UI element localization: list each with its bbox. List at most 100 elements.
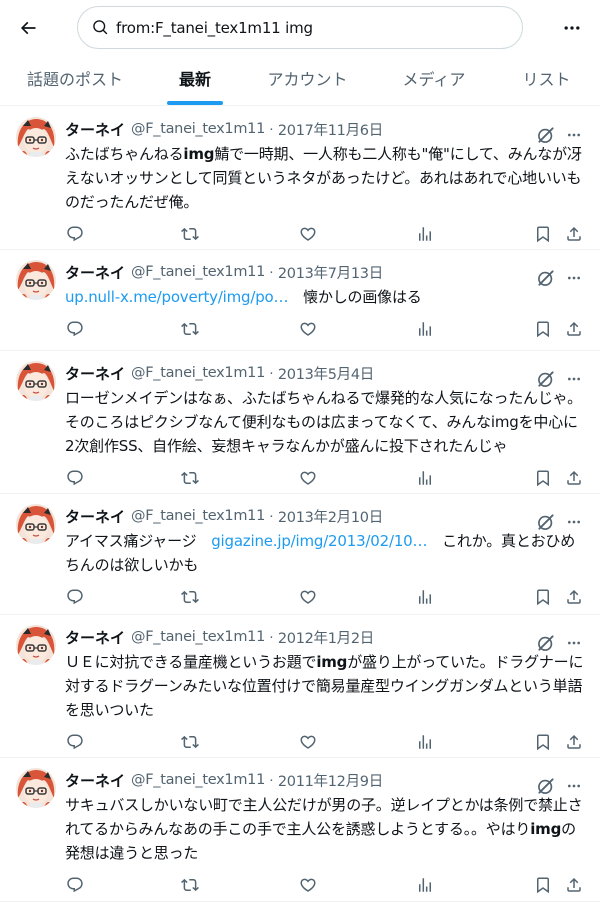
avatar[interactable] bbox=[16, 117, 56, 157]
tweet[interactable]: ターネイ @F_tanei_tex1m11 · 2011年12月9日 サキュバス… bbox=[0, 758, 600, 902]
tab-latest[interactable]: 最新 bbox=[150, 57, 240, 105]
bookmark-button[interactable] bbox=[533, 875, 553, 895]
views-button[interactable] bbox=[415, 732, 435, 752]
like-button[interactable] bbox=[298, 587, 318, 607]
heart-icon bbox=[300, 227, 316, 241]
like-button[interactable] bbox=[298, 224, 318, 244]
share-button[interactable] bbox=[564, 587, 584, 607]
retweet-button[interactable] bbox=[180, 732, 200, 752]
bookmark-button[interactable] bbox=[533, 468, 553, 488]
reply-button[interactable] bbox=[65, 587, 85, 607]
author-handle[interactable]: @F_tanei_tex1m11 bbox=[131, 772, 265, 788]
tweet[interactable]: ターネイ @F_tanei_tex1m11 · 2013年5月4日 ローゼンメイ… bbox=[0, 351, 600, 494]
tab-lists[interactable]: リスト bbox=[493, 57, 600, 105]
tweet[interactable]: ターネイ @F_tanei_tex1m11 · 2013年2月10日 アイマス痛… bbox=[0, 494, 600, 615]
views-button[interactable] bbox=[415, 319, 435, 339]
tab-top[interactable]: 話題のポスト bbox=[0, 57, 150, 105]
author-handle[interactable]: @F_tanei_tex1m11 bbox=[131, 365, 265, 381]
share-icon bbox=[567, 226, 581, 241]
retweet-button[interactable] bbox=[180, 875, 200, 895]
author-name[interactable]: ターネイ bbox=[65, 262, 125, 283]
share-button[interactable] bbox=[564, 319, 584, 339]
views-button[interactable] bbox=[415, 875, 435, 895]
share-button[interactable] bbox=[564, 224, 584, 244]
share-button[interactable] bbox=[564, 875, 584, 895]
tweet-date[interactable]: 2017年11月6日 bbox=[278, 119, 383, 140]
tweet-date[interactable]: 2013年2月10日 bbox=[278, 506, 383, 527]
tweet-header: ターネイ @F_tanei_tex1m11 · 2013年7月13日 bbox=[65, 262, 383, 282]
tweet-date[interactable]: 2012年1月2日 bbox=[278, 627, 374, 648]
tweet-link[interactable]: gigazine.jp/img/2013/02/10… bbox=[211, 532, 427, 550]
author-handle[interactable]: @F_tanei_tex1m11 bbox=[131, 121, 265, 137]
tweet[interactable]: ターネイ @F_tanei_tex1m11 · 2013年7月13日 up.nu… bbox=[0, 250, 600, 351]
author-name[interactable]: ターネイ bbox=[65, 363, 125, 384]
avatar[interactable] bbox=[16, 504, 56, 544]
tab-media[interactable]: メディア bbox=[375, 57, 493, 105]
more-horizontal-icon bbox=[568, 784, 580, 788]
separator-dot: · bbox=[269, 772, 274, 788]
tweet-header: ターネイ @F_tanei_tex1m11 · 2013年5月4日 bbox=[65, 363, 374, 383]
views-button[interactable] bbox=[415, 224, 435, 244]
more-horizontal-icon bbox=[568, 377, 580, 381]
retweet-button[interactable] bbox=[180, 319, 200, 339]
reply-button[interactable] bbox=[65, 732, 85, 752]
author-name[interactable]: ターネイ bbox=[65, 119, 125, 140]
tweet-date[interactable]: 2011年12月9日 bbox=[278, 770, 383, 791]
active-tab-indicator bbox=[167, 101, 223, 105]
retweet-button[interactable] bbox=[180, 224, 200, 244]
reply-button[interactable] bbox=[65, 224, 85, 244]
author-handle[interactable]: @F_tanei_tex1m11 bbox=[131, 629, 265, 645]
separator-dot: · bbox=[269, 121, 274, 137]
bookmark-button[interactable] bbox=[533, 732, 553, 752]
tweet[interactable]: ターネイ @F_tanei_tex1m11 · 2017年11月6日 ふたばちゃ… bbox=[0, 107, 600, 250]
tweet[interactable]: ターネイ @F_tanei_tex1m11 · 2012年1月2日 ＵＥに対抗で… bbox=[0, 615, 600, 758]
avatar[interactable] bbox=[16, 625, 56, 665]
author-name[interactable]: ターネイ bbox=[65, 506, 125, 527]
tweet-header: ターネイ @F_tanei_tex1m11 · 2017年11月6日 bbox=[65, 119, 383, 139]
bookmark-button[interactable] bbox=[533, 587, 553, 607]
tweet-actions bbox=[0, 319, 600, 341]
avatar[interactable] bbox=[16, 260, 56, 300]
views-button[interactable] bbox=[415, 587, 435, 607]
tweet-text: サキュバスしかいない町で主人公だけが男の子。逆レイプとかは条例で禁止されてるから… bbox=[65, 793, 585, 865]
bookmark-icon bbox=[537, 589, 549, 606]
like-button[interactable] bbox=[298, 319, 318, 339]
tweet-date[interactable]: 2013年7月13日 bbox=[278, 262, 383, 283]
views-button[interactable] bbox=[415, 468, 435, 488]
retweet-icon bbox=[181, 878, 199, 892]
views-icon bbox=[419, 471, 431, 485]
tab-label: 話題のポスト bbox=[26, 70, 123, 89]
retweet-button[interactable] bbox=[180, 587, 200, 607]
more-options-button[interactable] bbox=[552, 8, 592, 48]
separator-dot: · bbox=[269, 508, 274, 524]
back-button[interactable] bbox=[8, 8, 48, 48]
highlighted-term: img bbox=[316, 653, 348, 671]
bookmark-button[interactable] bbox=[533, 224, 553, 244]
author-name[interactable]: ターネイ bbox=[65, 770, 125, 791]
reply-icon bbox=[67, 589, 83, 605]
retweet-button[interactable] bbox=[180, 468, 200, 488]
separator-dot: · bbox=[269, 629, 274, 645]
tweet-date[interactable]: 2013年5月4日 bbox=[278, 363, 374, 384]
tweet-text-segment: ふたばちゃんねる bbox=[65, 145, 184, 163]
like-button[interactable] bbox=[298, 732, 318, 752]
tab-people[interactable]: アカウント bbox=[240, 57, 375, 105]
reply-button[interactable] bbox=[65, 875, 85, 895]
like-button[interactable] bbox=[298, 875, 318, 895]
author-name[interactable]: ターネイ bbox=[65, 627, 125, 648]
like-button[interactable] bbox=[298, 468, 318, 488]
avatar[interactable] bbox=[16, 768, 56, 808]
author-handle[interactable]: @F_tanei_tex1m11 bbox=[131, 508, 265, 524]
author-handle[interactable]: @F_tanei_tex1m11 bbox=[131, 264, 265, 280]
search-input[interactable]: from:F_tanei_tex1m11 img bbox=[77, 6, 523, 49]
reply-button[interactable] bbox=[65, 468, 85, 488]
reply-button[interactable] bbox=[65, 319, 85, 339]
bookmark-button[interactable] bbox=[533, 319, 553, 339]
tweet-link[interactable]: up.null-x.me/poverty/img/po… bbox=[65, 288, 289, 306]
share-button[interactable] bbox=[564, 732, 584, 752]
more-horizontal-icon bbox=[564, 26, 580, 30]
search-query: from:F_tanei_tex1m11 img bbox=[116, 18, 313, 37]
share-button[interactable] bbox=[564, 468, 584, 488]
avatar[interactable] bbox=[16, 361, 56, 401]
heart-icon bbox=[300, 590, 316, 604]
